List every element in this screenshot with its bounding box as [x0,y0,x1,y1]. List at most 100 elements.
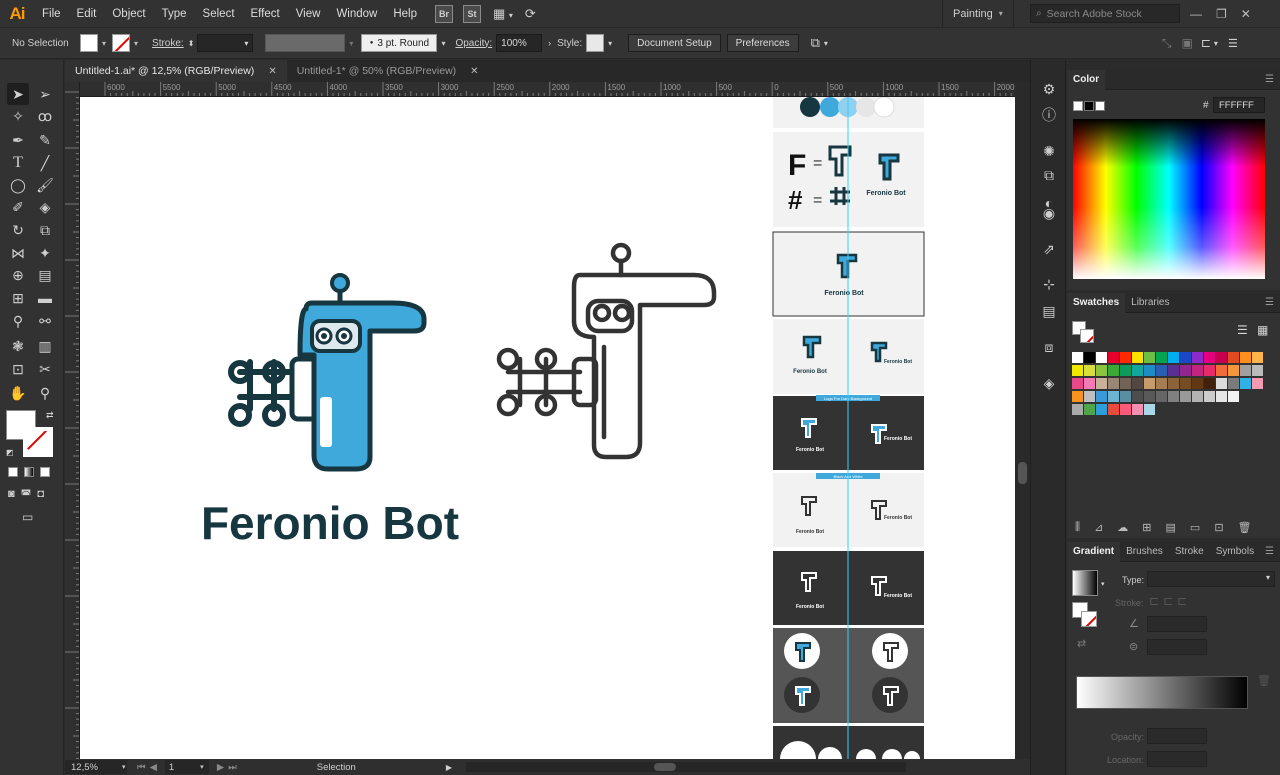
swatch[interactable] [1228,365,1239,376]
paintbrush-tool-icon[interactable]: 🖌 [34,174,56,196]
fill-swatch[interactable] [80,34,98,52]
width-tool-icon[interactable]: ⋈ [7,242,29,264]
chevron-down-icon[interactable]: ▾ [349,39,353,48]
close-icon[interactable]: ✕ [268,66,276,77]
cloud-icon[interactable]: ☁ [1117,521,1128,534]
swatch[interactable] [1120,391,1131,402]
swatch-options-icon[interactable]: ⊞ [1142,521,1151,534]
menu-view[interactable]: View [288,0,329,27]
menu-file[interactable]: File [34,0,69,27]
swatch[interactable] [1120,352,1131,363]
swatch[interactable] [1108,391,1119,402]
close-icon[interactable]: ✕ [1241,7,1251,21]
properties-icon[interactable]: ⚙ [1040,80,1058,98]
swatch[interactable] [1144,365,1155,376]
gpu-performance-icon[interactable]: ⟳ [525,6,536,22]
close-icon[interactable]: ✕ [470,66,478,77]
stroke-label[interactable]: Stroke: [152,38,184,49]
swatch[interactable] [1144,378,1155,389]
add-to-library-icon[interactable]: ⊿ [1094,521,1103,534]
white-swatch[interactable] [1095,101,1105,111]
swatch[interactable] [1180,378,1191,389]
graphic-styles-icon[interactable]: ⧉ [1040,166,1058,184]
new-swatch-icon[interactable]: ⊡ [1214,521,1223,534]
swatch[interactable] [1132,391,1143,402]
swatch[interactable] [1180,365,1191,376]
status-menu-icon[interactable]: ▶ [446,763,452,772]
swatch[interactable] [1192,391,1203,402]
swatch[interactable] [1192,352,1203,363]
gradient-tool-icon[interactable]: ▬ [34,287,56,309]
menu-effect[interactable]: Effect [243,0,288,27]
line-tool-icon[interactable]: ╱ [34,152,56,174]
new-folder-icon[interactable]: ▭ [1190,521,1200,534]
swatch[interactable] [1120,365,1131,376]
aspect-ratio-field[interactable] [1147,639,1207,655]
menu-window[interactable]: Window [328,0,385,27]
mesh-tool-icon[interactable]: ⊞ [7,287,29,309]
swatch[interactable] [1180,352,1191,363]
swatch[interactable] [1072,352,1083,363]
swatch[interactable] [1168,352,1179,363]
tab-stroke[interactable]: Stroke [1169,542,1210,562]
stroke-swatch-gradient[interactable] [1081,611,1097,627]
horizontal-scrollbar[interactable] [466,762,906,772]
symbol-sprayer-tool-icon[interactable]: ❃ [7,335,29,357]
robot-logo-color[interactable] [228,273,427,472]
hex-field[interactable]: FFFFFF [1213,97,1265,113]
scrollbar-thumb[interactable] [654,763,676,771]
swatch[interactable] [1168,365,1179,376]
swatch[interactable] [1096,378,1107,389]
vertical-ruler[interactable] [65,82,80,759]
panel-menu-icon[interactable]: ☰ [1265,297,1274,308]
swatch[interactable] [1072,404,1083,415]
black-swatch[interactable] [1084,101,1094,111]
gradient-preview[interactable] [1072,570,1098,596]
swatch[interactable] [1240,365,1251,376]
stroke-swatch[interactable] [112,34,131,52]
panel-menu-icon[interactable]: ☰ [1265,74,1274,85]
last-artboard-icon[interactable]: ⏭ [228,762,237,773]
select-similar-icon[interactable]: ⧉ [811,35,820,51]
swatch[interactable] [1180,391,1191,402]
stroke-swatch-large[interactable] [23,427,53,457]
artboard-number-field[interactable]: 1 ▾ [164,760,209,774]
arrange-documents-icon[interactable]: ▦ ▾ [493,6,513,22]
swatch[interactable] [1084,352,1095,363]
gradient-mode-icon[interactable] [24,467,34,477]
preferences-button[interactable]: Preferences [726,34,799,52]
swatch[interactable] [1096,352,1107,363]
selection-tool-icon[interactable]: ➤ [7,83,29,105]
panel-menu-icon[interactable]: ☰ [1228,37,1238,50]
stroke-weight-field[interactable]: ▾ [197,34,254,52]
opacity-field[interactable] [1147,728,1207,744]
eraser-tool-icon[interactable]: ◈ [34,196,56,218]
swatch[interactable] [1120,378,1131,389]
swatch[interactable] [1240,378,1251,389]
swatch[interactable] [1192,378,1203,389]
appearance-icon[interactable]: ✺ [1040,142,1058,160]
tab-gradient[interactable]: Gradient [1067,541,1121,562]
swatch[interactable] [1204,365,1215,376]
none-mode-icon[interactable] [40,467,50,477]
color-mode-icon[interactable] [8,467,18,477]
lasso-tool-icon[interactable]: ꝏ [34,105,56,127]
swatch[interactable] [1072,391,1083,402]
swatch[interactable] [1228,378,1239,389]
swatch[interactable] [1252,365,1263,376]
search-stock-field[interactable]: ⌕ Search Adobe Stock [1030,4,1180,23]
layers-icon[interactable]: ◈ [1040,374,1058,392]
opacity-field[interactable]: 100% [496,34,543,52]
artboard-tool-icon[interactable]: ⊡ [7,358,29,380]
workspace-switcher[interactable]: Painting ▾ [942,0,1014,27]
chevron-down-icon[interactable]: ▾ [824,39,828,48]
next-artboard-icon[interactable]: ▶ [217,762,224,773]
swatch[interactable] [1156,391,1167,402]
swatch[interactable] [1192,365,1203,376]
restore-icon[interactable]: ❐ [1216,7,1227,21]
swatch[interactable] [1216,352,1227,363]
swatch[interactable] [1216,378,1227,389]
tab-symbols[interactable]: Symbols [1210,542,1260,562]
artboards-icon[interactable]: ⧈ [1040,338,1058,356]
stroke-swatch-mini[interactable] [1080,329,1094,343]
